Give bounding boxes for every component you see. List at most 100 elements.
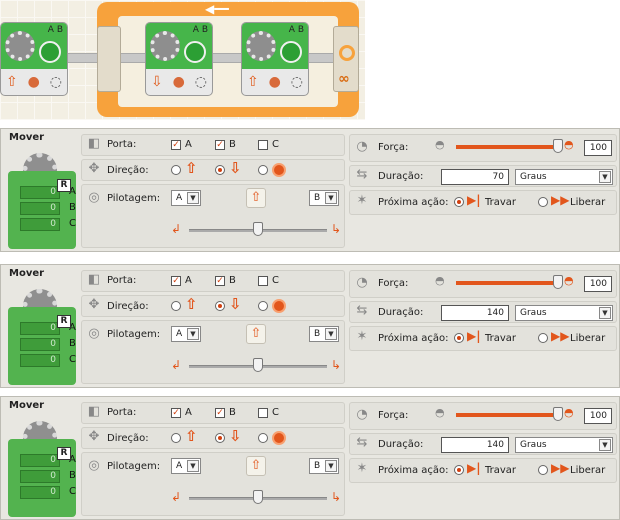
chevron-down-icon[interactable]: ▼	[187, 192, 199, 204]
power-low-icon: ◓	[435, 406, 445, 419]
chevron-down-icon[interactable]: ▼	[325, 328, 337, 340]
block-status: ⇧ ● ◌	[242, 69, 308, 95]
panel-title: Mover	[9, 400, 45, 411]
power-slider-thumb[interactable]	[553, 275, 563, 289]
next-action-icon: ✶	[356, 193, 368, 208]
chevron-down-icon[interactable]: ▼	[599, 171, 611, 183]
next-brake-radio[interactable]	[454, 333, 464, 343]
direction-forward-radio[interactable]	[171, 165, 181, 175]
chevron-down-icon[interactable]: ▼	[187, 328, 199, 340]
steering-slider-thumb[interactable]	[253, 490, 263, 504]
steer-right-port-value: B	[314, 329, 321, 339]
port-b-checkbox[interactable]: ✓	[215, 276, 225, 286]
gear-icon	[5, 31, 35, 61]
steer-left-port-select[interactable]: A ▼	[171, 326, 201, 342]
port-icon: ◧	[87, 404, 101, 419]
duration-unit-select[interactable]: Graus ▼	[515, 169, 613, 185]
port-c-checkbox[interactable]	[258, 408, 268, 418]
next-action-icon: ✶	[356, 329, 368, 344]
compass-icon: ✥	[88, 297, 100, 312]
port-a-checkbox[interactable]: ✓	[171, 408, 181, 418]
direction-stop-radio[interactable]	[258, 165, 268, 175]
direction-forward-radio[interactable]	[171, 301, 181, 311]
program-canvas[interactable]: ◀━━ ∞ A B ⇧ ● ◌ A B ⇩ ● ◌ A B ⇧ ● ◌	[0, 0, 365, 120]
duration-input[interactable]: 140	[441, 305, 509, 321]
duration-input[interactable]: 140	[441, 437, 509, 453]
steer-right-port-value: B	[314, 193, 321, 203]
power-slider-track[interactable]	[456, 145, 556, 149]
reset-button[interactable]: R	[57, 315, 71, 328]
loop-end-cap[interactable]: ∞	[333, 26, 359, 92]
chevron-down-icon[interactable]: ▼	[325, 192, 337, 204]
port-c-checkbox[interactable]	[258, 140, 268, 150]
direction-backward-radio[interactable]	[215, 433, 225, 443]
motor-icon	[39, 41, 61, 63]
port-a-checkbox[interactable]: ✓	[171, 140, 181, 150]
power-slider-thumb[interactable]	[553, 139, 563, 153]
direction-backward-radio[interactable]	[215, 165, 225, 175]
port-a-label: A	[185, 275, 192, 286]
steer-direction-button[interactable]: ⇧	[246, 456, 266, 476]
next-coast-radio[interactable]	[538, 465, 548, 475]
duration-label: Duração:	[378, 439, 424, 450]
chevron-down-icon[interactable]: ▼	[599, 307, 611, 319]
steer-left-port-select[interactable]: A ▼	[171, 190, 201, 206]
steering-slider-thumb[interactable]	[253, 222, 263, 236]
rotation-readout-c: 0	[20, 354, 60, 367]
steer-left-port-value: A	[176, 193, 183, 203]
next-brake-radio[interactable]	[454, 465, 464, 475]
power-input[interactable]: 100	[584, 408, 612, 424]
port-c-checkbox[interactable]	[258, 276, 268, 286]
power-icon: ●	[268, 74, 281, 90]
config-panel: Mover 0 A 0 B 0 C R ◧ Porta: ✓ A ✓ B C ✥…	[0, 128, 620, 252]
power-slider-thumb[interactable]	[553, 407, 563, 421]
duration-unit-select[interactable]: Graus ▼	[515, 305, 613, 321]
port-b-checkbox[interactable]: ✓	[215, 140, 225, 150]
chevron-down-icon[interactable]: ▼	[187, 460, 199, 472]
port-label: Porta:	[107, 407, 137, 418]
duration-icon: ⇆	[356, 167, 368, 182]
sequence-beam	[212, 53, 244, 63]
move-block[interactable]: A B ⇧ ● ◌	[0, 22, 68, 96]
power-slider-track[interactable]	[456, 281, 556, 285]
steer-right-port-select[interactable]: B ▼	[309, 190, 339, 206]
rotation-readout-c: 0	[20, 218, 60, 231]
brake-icon: ▶|	[467, 193, 481, 207]
move-block[interactable]: A B ⇩ ● ◌	[145, 22, 213, 96]
chevron-down-icon[interactable]: ▼	[599, 439, 611, 451]
readout-label-c: C	[69, 218, 76, 229]
power-icon: ◔	[356, 139, 368, 154]
next-coast-radio[interactable]	[538, 197, 548, 207]
steer-direction-button[interactable]: ⇧	[246, 188, 266, 208]
duration-unit-select[interactable]: Graus ▼	[515, 437, 613, 453]
steer-right-port-select[interactable]: B ▼	[309, 326, 339, 342]
steer-left-port-select[interactable]: A ▼	[171, 458, 201, 474]
direction-stop-radio[interactable]	[258, 433, 268, 443]
direction-backward-radio[interactable]	[215, 301, 225, 311]
duration-icon: ◌	[49, 74, 63, 90]
move-block[interactable]: A B ⇧ ● ◌	[241, 22, 309, 96]
duration-unit-value: Graus	[520, 172, 547, 182]
port-b-checkbox[interactable]: ✓	[215, 408, 225, 418]
next-coast-label: Liberar	[570, 197, 606, 208]
steering-slider-thumb[interactable]	[253, 358, 263, 372]
power-slider-track[interactable]	[456, 413, 556, 417]
reset-button[interactable]: R	[57, 447, 71, 460]
steer-right-port-select[interactable]: B ▼	[309, 458, 339, 474]
power-input[interactable]: 100	[584, 140, 612, 156]
power-input[interactable]: 100	[584, 276, 612, 292]
steer-direction-button[interactable]: ⇧	[246, 324, 266, 344]
port-a-checkbox[interactable]: ✓	[171, 276, 181, 286]
rotation-readout-b: 0	[20, 470, 60, 483]
chevron-down-icon[interactable]: ▼	[325, 460, 337, 472]
next-coast-radio[interactable]	[538, 333, 548, 343]
rotation-readout-a: 0	[20, 186, 60, 199]
arrow-up-icon: ⇧	[5, 74, 18, 90]
duration-input[interactable]: 70	[441, 169, 509, 185]
reset-button[interactable]: R	[57, 179, 71, 192]
power-label: Força:	[378, 410, 409, 421]
direction-stop-radio[interactable]	[258, 301, 268, 311]
block-status: ⇩ ● ◌	[146, 69, 212, 95]
direction-forward-radio[interactable]	[171, 433, 181, 443]
next-brake-radio[interactable]	[454, 197, 464, 207]
